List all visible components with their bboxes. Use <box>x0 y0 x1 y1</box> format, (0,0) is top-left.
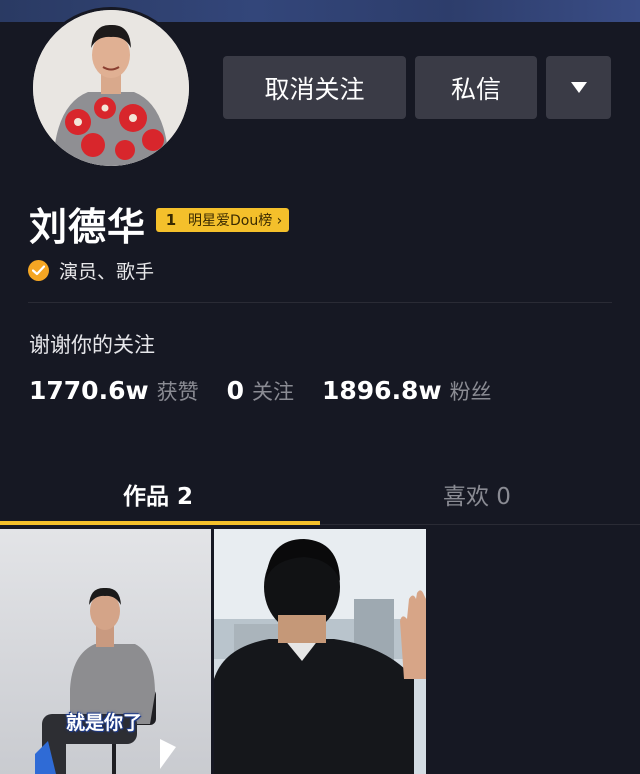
avatar[interactable] <box>30 7 192 169</box>
likes-count[interactable]: 1770.6w <box>29 376 149 405</box>
video-caption: 就是你了 <box>66 712 143 734</box>
verification-text: 演员、歌手 <box>59 261 155 283</box>
tab-divider <box>320 524 640 525</box>
message-button-label: 私信 <box>450 74 501 104</box>
ranking-badge[interactable]: 1 明星爱Dou榜 › <box>156 208 290 232</box>
bio-text: 谢谢你的关注 <box>29 333 155 357</box>
tab-likes[interactable]: 喜欢 0 <box>443 477 511 511</box>
active-tab-indicator <box>0 521 320 525</box>
tab-works[interactable]: 作品 2 <box>123 477 193 511</box>
profile-name: 刘德华 <box>29 205 147 249</box>
video-thumbnail[interactable]: 就是你了 <box>0 529 211 774</box>
following-label[interactable]: 关注 <box>252 376 294 406</box>
verification-row: 演员、歌手 <box>28 257 154 284</box>
video-thumbnail-image <box>214 529 426 774</box>
crown-rank-icon: 1 <box>156 208 186 232</box>
divider <box>28 302 612 303</box>
following-count[interactable]: 0 <box>227 376 244 405</box>
stats-row: 1770.6w 获赞 0 关注 1896.8w 粉丝 <box>29 376 520 406</box>
video-thumbnail[interactable] <box>214 529 426 774</box>
avatar-image <box>33 10 189 166</box>
caret-down-icon <box>570 82 587 93</box>
unfollow-button-label: 取消关注 <box>264 74 365 104</box>
followers-label[interactable]: 粉丝 <box>450 376 492 406</box>
video-thumbnail-image <box>0 529 211 774</box>
followers-count[interactable]: 1896.8w <box>322 376 442 405</box>
badge-rank-number: 1 <box>165 211 177 229</box>
badge-label: 明星爱Dou榜 › <box>186 208 290 232</box>
message-button[interactable]: 私信 <box>415 56 537 119</box>
unfollow-button[interactable]: 取消关注 <box>223 56 406 119</box>
verified-check-icon <box>28 260 49 281</box>
more-button[interactable] <box>546 56 611 119</box>
likes-label[interactable]: 获赞 <box>157 376 199 406</box>
